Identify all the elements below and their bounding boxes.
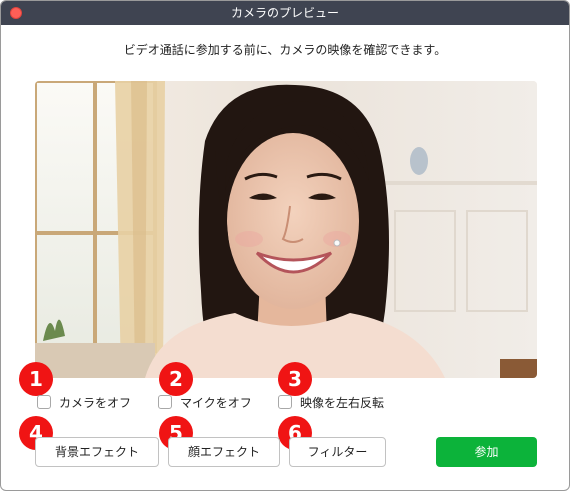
title-bar: カメラのプレビュー — [1, 1, 569, 25]
background-effect-button[interactable]: 背景エフェクト — [35, 437, 159, 467]
filter-button[interactable]: フィルター — [289, 437, 386, 467]
camera-off-option[interactable]: カメラをオフ — [37, 394, 131, 410]
step-badge-2: 2 — [159, 362, 193, 396]
join-button[interactable]: 参加 — [436, 437, 537, 467]
camera-off-checkbox[interactable] — [37, 395, 51, 409]
mirror-video-label: 映像を左右反転 — [300, 395, 385, 410]
mirror-video-option[interactable]: 映像を左右反転 — [278, 394, 384, 410]
camera-preview-video — [35, 81, 537, 378]
mic-off-label: マイクをオフ — [180, 395, 252, 410]
mic-off-checkbox[interactable] — [158, 395, 172, 409]
camera-off-label: カメラをオフ — [59, 395, 132, 410]
camera-preview-window: カメラのプレビュー ビデオ通話に参加する前に、カメラの映像を確認できます。 1 … — [0, 0, 570, 491]
mic-off-option[interactable]: マイクをオフ — [158, 394, 252, 410]
close-window-button[interactable] — [10, 7, 22, 19]
mirror-video-checkbox[interactable] — [278, 395, 292, 409]
window-title: カメラのプレビュー — [230, 6, 339, 20]
step-badge-1: 1 — [19, 362, 53, 396]
step-badge-3: 3 — [278, 362, 312, 396]
camera-preview-image — [35, 81, 537, 378]
face-effect-button[interactable]: 顔エフェクト — [168, 437, 280, 467]
instruction-text: ビデオ通話に参加する前に、カメラの映像を確認できます。 — [123, 43, 447, 57]
